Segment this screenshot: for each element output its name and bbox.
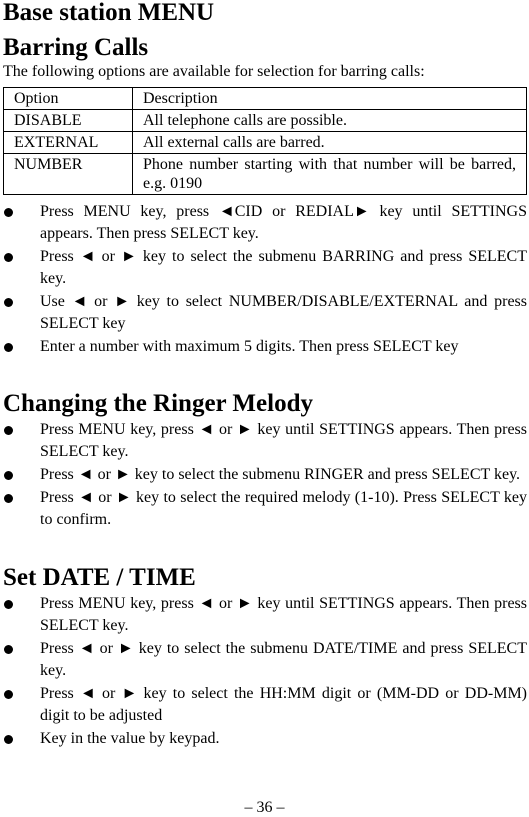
bullet-icon [4, 600, 13, 609]
step-text: Enter a number with maximum 5 digits. Th… [40, 338, 459, 355]
table-row: EXTERNAL All external calls are barred. [3, 131, 527, 154]
list-item: Use ◄ or ► key to select NUMBER/DISABLE/… [3, 291, 527, 335]
bullet-icon [4, 690, 13, 699]
step-text: Press MENU key, press ◄ or ► key until S… [40, 421, 527, 460]
table-row: DISABLE All telephone calls are possible… [3, 109, 527, 132]
description-cell: All external calls are barred. [132, 131, 527, 154]
bullet-icon [4, 253, 13, 262]
bullet-icon [4, 494, 13, 503]
barring-intro: The following options are available for … [3, 63, 425, 80]
list-item: Press ◄ or ► key to select the HH:MM dig… [3, 683, 527, 727]
step-text: Press ◄ or ► key to select the HH:MM dig… [40, 685, 527, 724]
list-item: Press MENU key, press ◄ or ► key until S… [3, 593, 527, 637]
step-text: Press ◄ or ► key to select the submenu D… [40, 640, 527, 679]
datetime-heading: Set DATE / TIME [3, 564, 196, 591]
bullet-icon [4, 471, 13, 480]
step-text: Press ◄ or ► key to select the required … [40, 489, 527, 528]
step-text: Press MENU key, press ◄CID or REDIAL► ke… [40, 203, 527, 242]
bullet-icon [4, 645, 13, 654]
option-cell: DISABLE [3, 109, 133, 132]
bullet-icon [4, 208, 13, 217]
step-text: Press ◄ or ► key to select the submenu R… [40, 466, 521, 483]
header-option: Option [3, 87, 133, 110]
description-cell: All telephone calls are possible. [132, 109, 527, 132]
step-text: Key in the value by keypad. [40, 730, 220, 747]
ringer-steps: Press MENU key, press ◄ or ► key until S… [3, 419, 527, 531]
list-item: Key in the value by keypad. [3, 728, 527, 750]
list-item: Press MENU key, press ◄ or ► key until S… [3, 419, 527, 463]
option-cell: EXTERNAL [3, 131, 133, 154]
barring-steps: Press MENU key, press ◄CID or REDIAL► ke… [3, 201, 527, 358]
bullet-icon [4, 735, 13, 744]
step-text: Press MENU key, press ◄ or ► key until S… [40, 595, 527, 634]
step-text: Press ◄ or ► key to select the submenu B… [40, 248, 527, 287]
bullet-icon [4, 426, 13, 435]
table-row: NUMBER Phone number starting with that n… [3, 153, 527, 195]
header-description: Description [132, 87, 527, 110]
barring-heading: Barring Calls [3, 34, 149, 61]
bullet-icon [4, 343, 13, 352]
ringer-heading: Changing the Ringer Melody [3, 390, 313, 417]
list-item: Press ◄ or ► key to select the submenu B… [3, 246, 527, 290]
page-title: Base station MENU [3, 0, 215, 26]
list-item: Press ◄ or ► key to select the required … [3, 487, 527, 531]
option-cell: NUMBER [3, 153, 133, 195]
description-cell: Phone number starting with that number w… [132, 153, 527, 195]
datetime-steps: Press MENU key, press ◄ or ► key until S… [3, 593, 527, 750]
list-item: Press ◄ or ► key to select the submenu R… [3, 464, 527, 486]
page-number: – 36 – [244, 799, 285, 816]
step-text: Use ◄ or ► key to select NUMBER/DISABLE/… [40, 293, 527, 332]
table-header-row: Option Description [3, 87, 527, 110]
list-item: Enter a number with maximum 5 digits. Th… [3, 336, 527, 358]
list-item: Press MENU key, press ◄CID or REDIAL► ke… [3, 201, 527, 245]
bullet-icon [4, 298, 13, 307]
barring-options-table: Option Description DISABLE All telephone… [3, 87, 527, 195]
list-item: Press ◄ or ► key to select the submenu D… [3, 638, 527, 682]
